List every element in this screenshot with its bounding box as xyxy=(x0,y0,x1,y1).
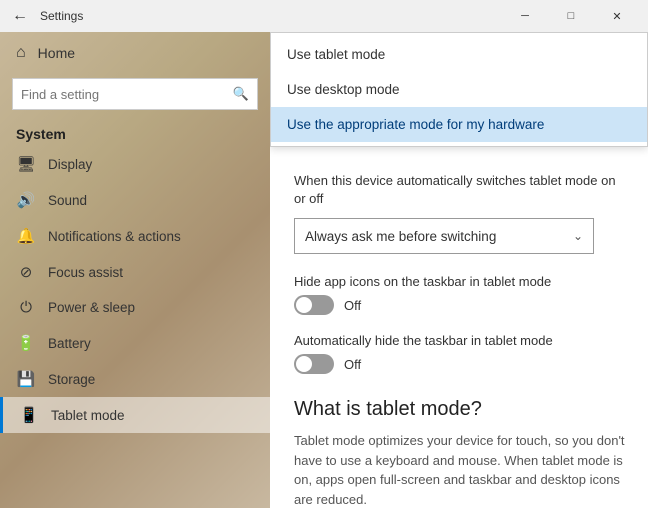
notifications-icon: 🔔 xyxy=(16,227,36,245)
storage-label: Storage xyxy=(48,372,95,387)
search-icon: 🔍 xyxy=(233,86,249,102)
search-input[interactable] xyxy=(21,87,233,102)
switch-section-label: When this device automatically switches … xyxy=(294,172,628,208)
sidebar-item-power[interactable]: ⏻ Power & sleep xyxy=(0,290,270,325)
home-icon: ⌂ xyxy=(16,44,26,62)
sidebar: ⌂ Home 🔍 System 🖥 Display 🔊 Sound 🔔 Noti… xyxy=(0,32,270,508)
mode-dropdown-menu: Use tablet mode Use desktop mode Use the… xyxy=(270,32,648,147)
sidebar-item-home[interactable]: ⌂ Home xyxy=(0,32,270,74)
tablet-icon: 📱 xyxy=(19,406,39,424)
dropdown-option-2[interactable]: Use the appropriate mode for my hardware xyxy=(271,107,647,142)
window-title: Settings xyxy=(40,9,83,23)
sidebar-item-tablet[interactable]: 📱 Tablet mode xyxy=(0,397,270,433)
chevron-down-icon: ⌄ xyxy=(573,229,583,243)
hide-icons-toggle-row: Off xyxy=(294,295,628,315)
hide-icons-toggle[interactable] xyxy=(294,295,334,315)
what-is-section: What is tablet mode? Tablet mode optimiz… xyxy=(294,398,628,508)
display-label: Display xyxy=(48,157,92,172)
tablet-label: Tablet mode xyxy=(51,408,125,423)
display-icon: 🖥 xyxy=(16,155,36,173)
notifications-label: Notifications & actions xyxy=(48,229,181,244)
minimize-button[interactable]: ─ xyxy=(502,0,548,32)
sound-label: Sound xyxy=(48,193,87,208)
storage-icon: 💾 xyxy=(16,370,36,388)
switch-select-box[interactable]: Always ask me before switching ⌄ xyxy=(294,218,594,254)
auto-hide-toggle-row: Off xyxy=(294,354,628,374)
window-controls: ─ □ ✕ xyxy=(502,0,640,32)
home-label: Home xyxy=(38,45,75,61)
sidebar-item-storage[interactable]: 💾 Storage xyxy=(0,361,270,397)
what-is-body: Tablet mode optimizes your device for to… xyxy=(294,431,628,508)
sidebar-item-focus[interactable]: ⊘ Focus assist xyxy=(0,254,270,290)
auto-hide-toggle[interactable] xyxy=(294,354,334,374)
dropdown-option-0[interactable]: Use tablet mode xyxy=(271,37,647,72)
main-layout: ⌂ Home 🔍 System 🖥 Display 🔊 Sound 🔔 Noti… xyxy=(0,32,648,508)
battery-label: Battery xyxy=(48,336,91,351)
back-button[interactable]: ← xyxy=(8,4,32,28)
hide-icons-state: Off xyxy=(344,298,361,313)
what-is-title: What is tablet mode? xyxy=(294,398,628,421)
dropdown-option-1[interactable]: Use desktop mode xyxy=(271,72,647,107)
content-body: When this device automatically switches … xyxy=(270,152,648,508)
auto-hide-state: Off xyxy=(344,357,361,372)
sidebar-section-label: System xyxy=(0,118,270,146)
focus-icon: ⊘ xyxy=(16,263,36,281)
sidebar-item-battery[interactable]: 🔋 Battery xyxy=(0,325,270,361)
sound-icon: 🔊 xyxy=(16,191,36,209)
hide-icons-label: Hide app icons on the taskbar in tablet … xyxy=(294,274,628,289)
focus-label: Focus assist xyxy=(48,265,123,280)
sidebar-item-display[interactable]: 🖥 Display xyxy=(0,146,270,182)
sidebar-item-notifications[interactable]: 🔔 Notifications & actions xyxy=(0,218,270,254)
search-box[interactable]: 🔍 xyxy=(12,78,258,110)
maximize-button[interactable]: □ xyxy=(548,0,594,32)
battery-icon: 🔋 xyxy=(16,334,36,352)
switch-select-value: Always ask me before switching xyxy=(305,229,573,244)
titlebar: ← Settings ─ □ ✕ xyxy=(0,0,648,32)
auto-hide-label: Automatically hide the taskbar in tablet… xyxy=(294,333,628,348)
auto-hide-section: Automatically hide the taskbar in tablet… xyxy=(294,333,628,374)
power-label: Power & sleep xyxy=(48,300,135,315)
power-icon: ⏻ xyxy=(16,299,36,316)
hide-icons-section: Hide app icons on the taskbar in tablet … xyxy=(294,274,628,315)
sidebar-item-sound[interactable]: 🔊 Sound xyxy=(0,182,270,218)
close-button[interactable]: ✕ xyxy=(594,0,640,32)
content-area: Use tablet mode Use desktop mode Use the… xyxy=(270,32,648,508)
